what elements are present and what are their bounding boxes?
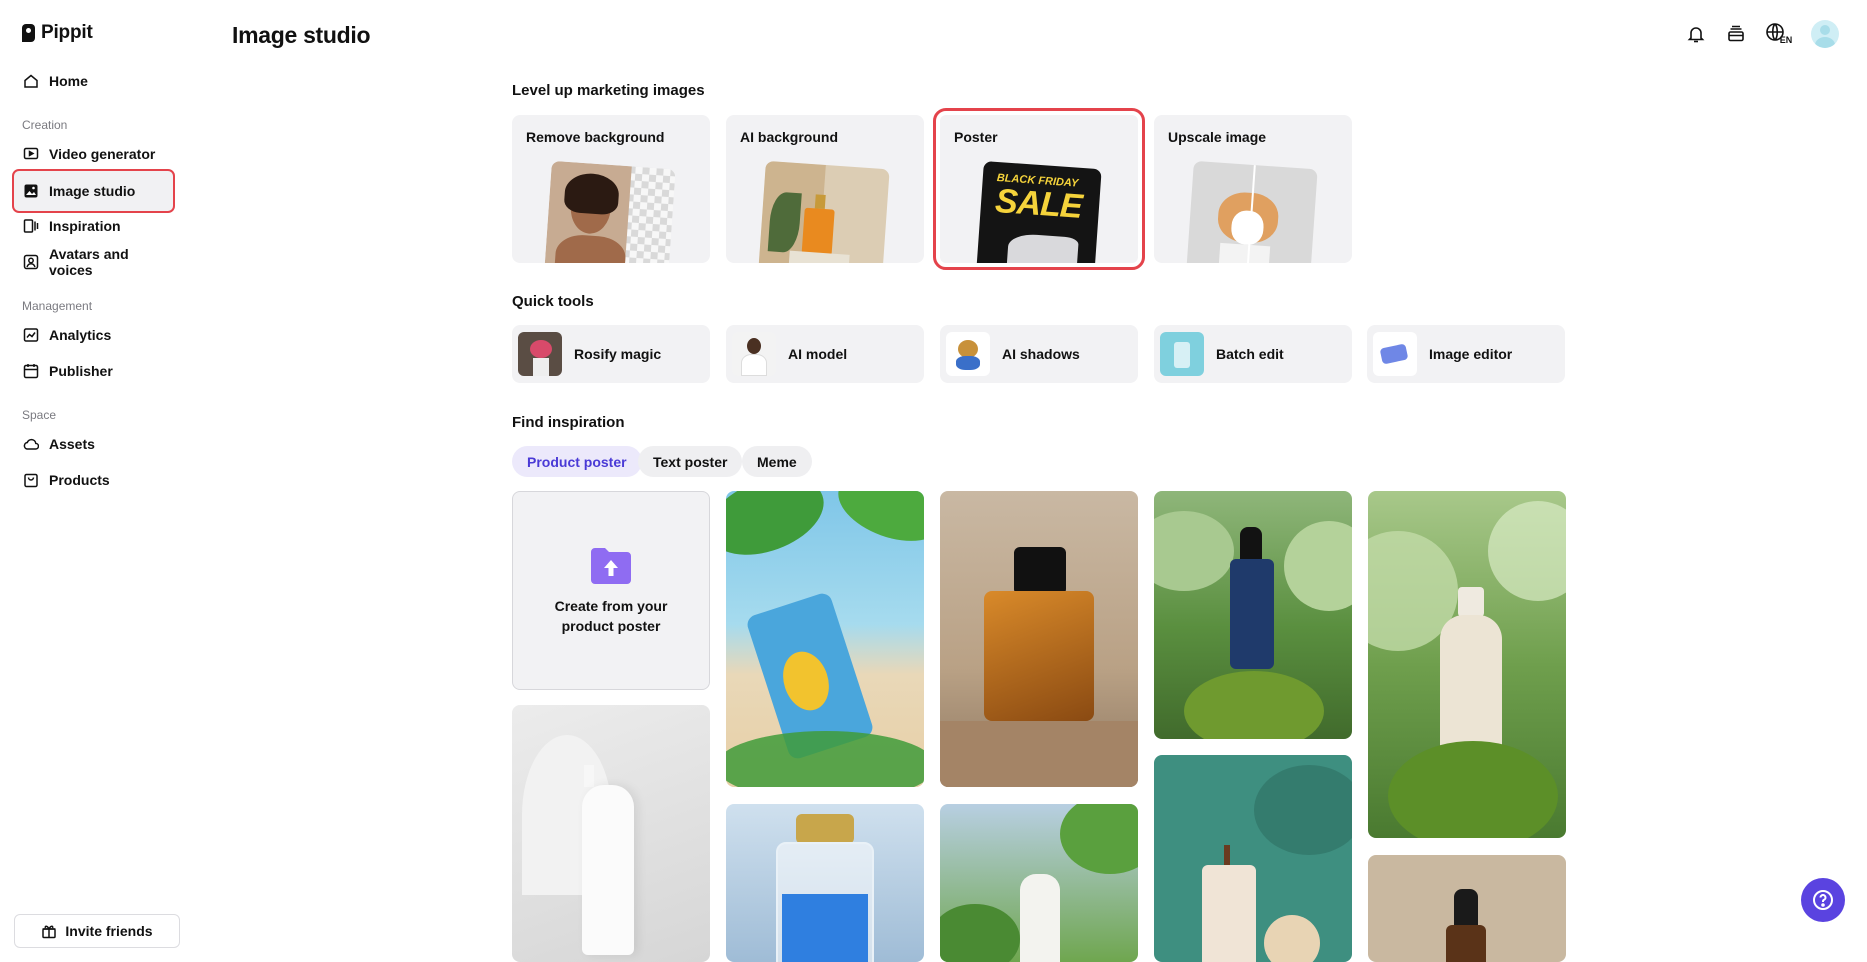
feature-card-poster[interactable]: Poster BLACK FRIDAY SALE [933,108,1145,270]
sidebar-item-home[interactable]: Home [14,62,174,100]
remove-background-thumbnail [544,160,676,263]
sidebar-item-label: Video generator [49,146,156,162]
batch-edit-thumbnail [1160,332,1204,376]
avatar-icon [23,254,39,270]
tool-label: Batch edit [1216,346,1284,362]
inspiration-tile-lotion-white[interactable] [512,705,710,962]
tab-meme[interactable]: Meme [742,446,812,477]
feature-card-upscale-image[interactable]: Upscale image [1154,115,1352,263]
inspiration-tile-serum-forest[interactable] [1154,491,1352,739]
cloud-icon [23,436,39,452]
stack-icon[interactable] [1725,23,1747,45]
sidebar-item-label: Avatars and voices [49,246,129,278]
page-title: Image studio [232,22,371,48]
feature-card-label: Remove background [526,129,665,145]
calendar-icon [23,363,39,379]
inspiration-tile-white-bottle-garden[interactable] [940,804,1138,962]
inspiration-tile-amber-perfume[interactable] [940,491,1138,787]
top-toolbar: EN [1685,20,1839,48]
video-generator-icon [23,146,39,162]
feature-card-label: AI background [740,129,839,145]
section-label-space: Space [22,408,57,422]
image-studio-icon [23,183,39,199]
image-editor-thumbnail [1373,332,1417,376]
sidebar-item-label: Inspiration [49,218,121,234]
sidebar-item-analytics[interactable]: Analytics [14,316,174,354]
section-title-quick-tools: Quick tools [512,293,594,310]
inspiration-icon [23,218,39,234]
language-globe-icon[interactable]: EN [1765,23,1793,45]
section-title-marketing: Level up marketing images [512,82,705,99]
sidebar-item-avatars-and-voices[interactable]: Avatars and voices [14,243,174,281]
inspiration-tile-teal-lotion[interactable] [1154,755,1352,962]
sidebar-item-label: Home [49,73,88,89]
tool-card-ai-shadows[interactable]: AI shadows [940,325,1138,383]
folder-upload-icon [591,547,631,584]
tool-card-batch-edit[interactable]: Batch edit [1154,325,1352,383]
tab-product-poster[interactable]: Product poster [512,446,642,477]
tool-label: Image editor [1429,346,1513,362]
poster-thumb-text-sale: SALE [993,181,1084,226]
pippit-logo-icon [22,24,35,42]
ai-model-thumbnail [732,332,776,376]
poster-thumbnail: BLACK FRIDAY SALE [976,161,1102,263]
tool-label: AI model [788,346,848,362]
inspiration-tile-blue-bottle[interactable] [726,804,924,962]
sidebar-item-label: Image studio [49,183,136,199]
inspiration-tile-pineapple-can[interactable] [726,491,924,787]
invite-friends-button[interactable]: Invite friends [14,914,180,948]
section-label-creation: Creation [22,118,68,132]
ai-shadows-thumbnail [946,332,990,376]
tool-label: Rosify magic [574,346,662,362]
feature-card-label: Poster [954,129,998,145]
help-button[interactable] [1801,878,1845,922]
feature-card-label: Upscale image [1168,129,1267,145]
sidebar-item-label: Analytics [49,327,112,343]
analytics-icon [23,327,39,343]
inspiration-tile-dropper-shadow[interactable] [1368,855,1566,962]
sidebar-item-label: Products [49,472,110,488]
sidebar-item-label: Assets [49,436,95,452]
create-from-product-poster-tile[interactable]: Create from your product poster [512,491,710,690]
tool-label: AI shadows [1002,346,1080,362]
bell-icon[interactable] [1685,23,1707,45]
create-tile-label: Create from your product poster [554,597,668,634]
tool-card-ai-model[interactable]: AI model [726,325,924,383]
upscale-image-thumbnail [1186,160,1318,263]
sidebar-item-products[interactable]: Products [14,461,174,499]
home-icon [23,73,39,89]
sidebar-item-inspiration[interactable]: Inspiration [14,207,174,245]
tool-card-image-editor[interactable]: Image editor [1367,325,1565,383]
ai-background-thumbnail [758,160,890,263]
sidebar: Pippit Home Creation Video generator Ima… [0,0,188,962]
gift-icon [41,923,57,939]
sidebar-item-video-generator[interactable]: Video generator [14,135,174,173]
tab-text-poster[interactable]: Text poster [638,446,743,477]
rosify-magic-thumbnail [518,332,562,376]
tool-card-rosify-magic[interactable]: Rosify magic [512,325,710,383]
feature-card-ai-background[interactable]: AI background [726,115,924,263]
language-code: EN [1779,35,1793,45]
section-title-inspiration: Find inspiration [512,414,625,431]
logo-text: Pippit [41,22,93,43]
logo[interactable]: Pippit [22,22,93,44]
bag-icon [23,472,39,488]
section-label-management: Management [22,299,93,313]
user-avatar[interactable] [1811,20,1839,48]
sidebar-item-publisher[interactable]: Publisher [14,352,174,390]
question-icon [1813,890,1833,910]
sidebar-item-image-studio[interactable]: Image studio [12,169,175,213]
feature-card-remove-background[interactable]: Remove background [512,115,710,263]
sidebar-item-assets[interactable]: Assets [14,425,174,463]
inspiration-tile-pump-bottle-moss[interactable] [1368,491,1566,838]
invite-label: Invite friends [65,923,153,939]
sidebar-item-label: Publisher [49,363,113,379]
